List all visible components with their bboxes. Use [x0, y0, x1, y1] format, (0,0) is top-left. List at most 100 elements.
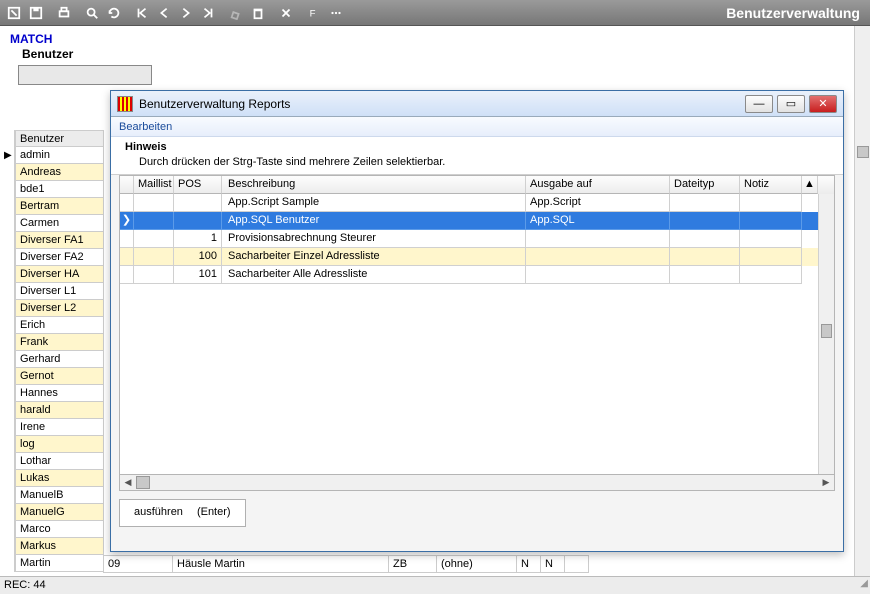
search-icon[interactable]: [82, 3, 102, 23]
grid-row-marker-icon: [120, 230, 134, 248]
close-button[interactable]: ✕: [809, 95, 837, 113]
cell-maillist: [134, 248, 174, 266]
user-list-item[interactable]: Erich: [15, 317, 104, 334]
user-list-item[interactable]: Martin: [15, 555, 104, 572]
print-icon[interactable]: [54, 3, 74, 23]
grid-row-marker-icon: ❯: [120, 212, 134, 230]
detail-c5: N: [541, 555, 565, 573]
grid-hscrollbar[interactable]: ◀ ▶: [119, 475, 835, 491]
cell-notiz: [740, 248, 802, 266]
cell-notiz: [740, 194, 802, 212]
benutzer-label: Benutzer: [0, 46, 870, 61]
grid-col-notiz[interactable]: Notiz: [740, 176, 802, 194]
user-list-item[interactable]: Diverser FA1: [15, 232, 104, 249]
user-list-item[interactable]: Diverser HA: [15, 266, 104, 283]
grid-col-ausgabe[interactable]: Ausgabe auf: [526, 176, 670, 194]
reports-dialog: Benutzerverwaltung Reports — ▭ ✕ Bearbei…: [110, 90, 844, 552]
grid-col-beschr[interactable]: Beschreibung: [222, 176, 526, 194]
user-list-item[interactable]: Hannes: [15, 385, 104, 402]
grid-row[interactable]: App.Script SampleApp.Script: [120, 194, 834, 212]
hscroll-right-icon[interactable]: ▶: [818, 475, 834, 490]
dialog-menu-edit[interactable]: Bearbeiten: [111, 117, 843, 137]
user-list-item[interactable]: Marco: [15, 521, 104, 538]
user-list-item[interactable]: Frank: [15, 334, 104, 351]
user-list-item[interactable]: Irene: [15, 419, 104, 436]
grid-col-dateityp[interactable]: Dateityp: [670, 176, 740, 194]
user-list-item[interactable]: Diverser L2: [15, 300, 104, 317]
execute-button[interactable]: ausführen (Enter): [119, 499, 246, 527]
toolbar-button-1[interactable]: [4, 3, 24, 23]
nav-prev-icon[interactable]: [154, 3, 174, 23]
execute-label: ausführen: [134, 506, 183, 520]
grid-col-pos[interactable]: POS: [174, 176, 222, 194]
main-scrollbar[interactable]: [854, 26, 870, 576]
cell-maillist: [134, 266, 174, 284]
cell-pos: 1: [174, 230, 222, 248]
cell-beschreibung: Sacharbeiter Einzel Adressliste: [222, 248, 526, 266]
dialog-titlebar[interactable]: Benutzerverwaltung Reports — ▭ ✕: [111, 91, 843, 117]
filter-icon[interactable]: F: [304, 3, 324, 23]
grid-col-marker[interactable]: [120, 176, 134, 194]
user-list-item[interactable]: ManuelB: [15, 487, 104, 504]
user-list-item[interactable]: Andreas: [15, 164, 104, 181]
user-list-item[interactable]: Markus: [15, 538, 104, 555]
cancel-icon[interactable]: [276, 3, 296, 23]
cell-pos: 101: [174, 266, 222, 284]
nav-next-icon[interactable]: [176, 3, 196, 23]
minimize-button[interactable]: —: [745, 95, 773, 113]
detail-c6: [565, 555, 589, 573]
cell-beschreibung: App.Script Sample: [222, 194, 526, 212]
maximize-button[interactable]: ▭: [777, 95, 805, 113]
save-icon[interactable]: [26, 3, 46, 23]
grid-row[interactable]: 100Sacharbeiter Einzel Adressliste: [120, 248, 834, 266]
user-list-item[interactable]: Diverser FA2: [15, 249, 104, 266]
user-list-item[interactable]: ManuelG: [15, 504, 104, 521]
user-list-item[interactable]: Carmen: [15, 215, 104, 232]
grid-row[interactable]: 1Provisionsabrechnung Steurer: [120, 230, 834, 248]
grid-col-maillist[interactable]: Maillist: [134, 176, 174, 194]
app-title: Benutzerverwaltung: [726, 5, 860, 21]
match-label: MATCH: [0, 26, 870, 46]
user-list-item[interactable]: log: [15, 436, 104, 453]
user-list-item[interactable]: bde1: [15, 181, 104, 198]
user-list-item[interactable]: Gerhard: [15, 351, 104, 368]
grid-scroll-up-icon[interactable]: ▲: [802, 176, 818, 194]
cell-notiz: [740, 266, 802, 284]
cell-ausgabe: [526, 248, 670, 266]
grid-row[interactable]: 101Sacharbeiter Alle Adressliste: [120, 266, 834, 284]
cell-dateityp: [670, 194, 740, 212]
detail-row: 09 Häusle Martin ZB (ohne) N N: [103, 555, 589, 573]
grid-vscrollbar[interactable]: [818, 194, 834, 474]
delete-icon[interactable]: [248, 3, 268, 23]
grid-row[interactable]: ❯App.SQL BenutzerApp.SQL: [120, 212, 834, 230]
user-list-item[interactable]: Lukas: [15, 470, 104, 487]
detail-c1: Häusle Martin: [173, 555, 389, 573]
cell-ausgabe: [526, 230, 670, 248]
hint-text: Durch drücken der Strg-Taste sind mehrer…: [111, 154, 843, 175]
user-list-item[interactable]: harald: [15, 402, 104, 419]
grid-row-marker-icon: [120, 194, 134, 212]
cell-ausgabe: App.SQL: [526, 212, 670, 230]
row-marker-icon: ▶: [4, 148, 12, 164]
user-list-item[interactable]: Bertram: [15, 198, 104, 215]
dialog-title-text: Benutzerverwaltung Reports: [139, 97, 290, 111]
cell-ausgabe: [526, 266, 670, 284]
user-list-item[interactable]: Gernot: [15, 368, 104, 385]
cell-pos: [174, 194, 222, 212]
nav-first-icon[interactable]: [132, 3, 152, 23]
nav-last-icon[interactable]: [198, 3, 218, 23]
user-list-item[interactable]: Diverser L1: [15, 283, 104, 300]
detail-c2: ZB: [389, 555, 437, 573]
hint-heading: Hinweis: [111, 137, 843, 154]
detail-c4: N: [517, 555, 541, 573]
refresh-icon[interactable]: [104, 3, 124, 23]
main-toolbar: F Benutzerverwaltung: [0, 0, 870, 26]
more-icon[interactable]: [326, 3, 346, 23]
resize-grip-icon[interactable]: ◢: [860, 575, 868, 592]
user-list-item[interactable]: Lothar: [15, 453, 104, 470]
cell-dateityp: [670, 266, 740, 284]
hscroll-left-icon[interactable]: ◀: [120, 475, 136, 490]
cell-notiz: [740, 212, 802, 230]
user-list-item[interactable]: admin▶: [15, 147, 104, 164]
filter-input[interactable]: [18, 65, 152, 85]
